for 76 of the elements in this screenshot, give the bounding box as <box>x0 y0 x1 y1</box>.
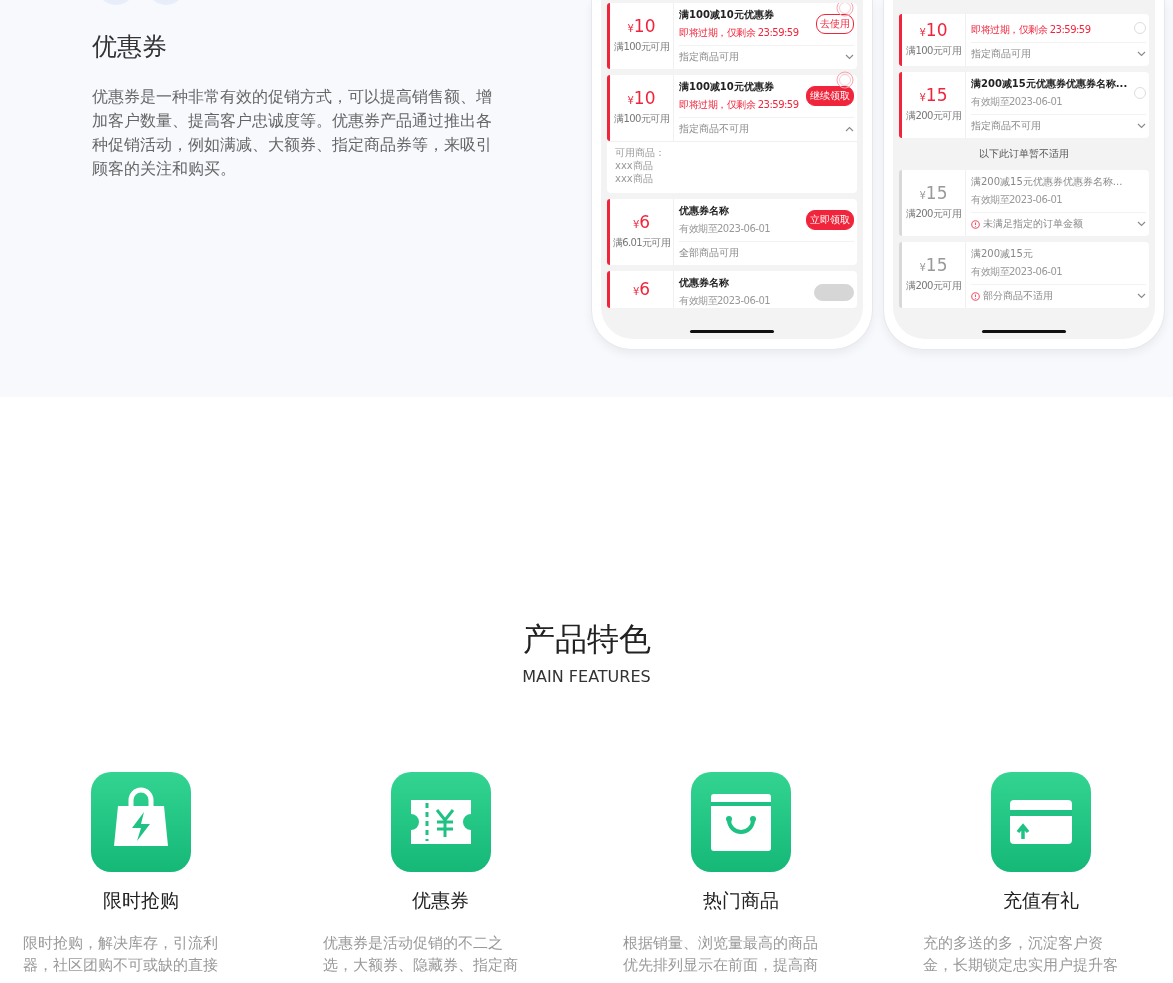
claim-button[interactable]: 立即领取 <box>806 210 854 230</box>
coupon-title: 满100减10元优惠券 <box>679 8 775 22</box>
feature-title: 热门商品 <box>702 888 779 913</box>
list-section-label: 以下此订单暂不适用 <box>978 147 1070 161</box>
coupon-title: 满200减15元优惠券优惠券名称... <box>971 77 1129 91</box>
card-icon <box>990 772 1091 872</box>
section-subtitle: MAIN FEATURES <box>522 667 651 686</box>
coupon-title: 满200减15元优惠券优惠券名称... <box>971 175 1124 189</box>
coupon-condition: 满200元可用 <box>906 207 961 221</box>
coupon-condition: 满200元可用 <box>906 109 961 123</box>
coupon-scope: 部分商品不适用 <box>983 289 1054 303</box>
coupon-amount: 15 <box>925 255 948 275</box>
coupon-validity: 有效期至2023-06-01 <box>679 222 772 236</box>
shopping-bag-icon <box>90 772 191 872</box>
basket-icon <box>690 772 791 872</box>
chevron-down-icon[interactable] <box>1137 51 1146 57</box>
detail-line: 可用商品： <box>615 146 666 159</box>
coupon-validity: 有效期至2023-06-01 <box>971 265 1064 279</box>
coupon-title: 满100减10元优惠券 <box>679 80 775 94</box>
currency-sign: ¥ <box>919 190 926 201</box>
currency-sign: ¥ <box>627 23 634 34</box>
detail-line: xxx商品 <box>615 159 654 172</box>
currency-sign: ¥ <box>919 92 926 103</box>
coupon-condition: 满100元可用 <box>906 44 961 58</box>
coupon-scope: 指定商品可用 <box>971 47 1032 61</box>
coupon-title: 优惠券名称 <box>679 204 730 218</box>
coupon-title: 优惠券名称 <box>679 276 730 290</box>
currency-sign: ¥ <box>919 27 926 38</box>
section-title: 优惠券 <box>92 31 168 63</box>
coupon-amount: 15 <box>925 85 948 105</box>
coupon-scope: 全部商品可用 <box>679 246 740 260</box>
coupon-condition: 满6.01元可用 <box>612 236 671 250</box>
detail-line: xxx商品 <box>615 172 654 185</box>
coupon-scope: 未满足指定的订单金额 <box>983 217 1084 231</box>
feature-title: 充值有礼 <box>1002 888 1079 913</box>
currency-sign: ¥ <box>919 262 926 273</box>
coupon-validity: 有效期至2023-06-01 <box>679 294 772 308</box>
coupon-condition: 满100元可用 <box>614 40 669 54</box>
chevron-down-icon[interactable] <box>1137 293 1146 299</box>
coupon-validity: 即将过期，仅剩余 23:59:59 <box>971 23 1092 37</box>
coupon-scope: 指定商品不可用 <box>679 122 750 136</box>
coupon-amount: 15 <box>925 183 948 203</box>
coupon-amount: 10 <box>633 16 656 36</box>
radio-button[interactable] <box>1134 22 1146 34</box>
coupon-amount: 10 <box>925 20 948 40</box>
currency-sign: ¥ <box>632 219 640 230</box>
feature-description: 限时抢购，解决库存，引流利器，社区团购不可或缺的直接 <box>22 933 219 976</box>
coupon-condition: 满200元可用 <box>906 279 961 293</box>
coupon-validity: 有效期至2023-06-01 <box>971 95 1064 109</box>
ticket-icon <box>390 772 491 872</box>
coupon-scope: 指定商品不可用 <box>971 119 1042 133</box>
feature-description: 优惠券是活动促销的不二之选，大额券、隐藏券、指定商 <box>322 933 519 976</box>
chevron-down-icon[interactable] <box>1137 123 1146 129</box>
coupon-validity: 即将过期，仅剩余 23:59:59 <box>679 26 800 40</box>
feature-title: 优惠券 <box>412 888 469 913</box>
coupon-title: 满200减15元 <box>971 247 1034 261</box>
chevron-down-icon[interactable] <box>845 54 854 60</box>
feature-title: 限时抢购 <box>102 888 179 913</box>
chevron-down-icon[interactable] <box>1137 221 1146 227</box>
section-title: 产品特色 <box>522 619 651 659</box>
coupon-validity: 有效期至2023-06-01 <box>971 193 1064 207</box>
claim-button[interactable]: 继续领取 <box>806 86 854 106</box>
feature-description: 根据销量、浏览量最高的商品优先排列显示在前面，提高商 <box>622 933 819 976</box>
chevron-up-icon[interactable] <box>845 126 854 132</box>
coupon-amount: 6 <box>639 279 651 299</box>
coupon-condition: 满100元可用 <box>614 112 669 126</box>
use-button[interactable]: 去使用 <box>816 14 854 34</box>
feature-description: 充的多送的多，沉淀客户资金，长期锁定忠实用户提升客 <box>922 933 1119 976</box>
section-description: 优惠券是一种非常有效的促销方式，可以提高销售额、增加客户数量、提高客户忠诚度等。优惠券产品通过推出各种促销活动，例如满减、大额券、指定商品券等，来吸引顾客的关注和购买。 <box>92 86 492 180</box>
currency-sign: ¥ <box>632 286 640 297</box>
coupon-scope: 指定商品可用 <box>679 50 740 64</box>
coupon-amount: 6 <box>639 212 651 232</box>
radio-button[interactable] <box>1134 87 1146 99</box>
coupon-validity: 即将过期，仅剩余 23:59:59 <box>679 98 800 112</box>
coupon-amount: 10 <box>633 88 656 108</box>
currency-sign: ¥ <box>627 95 634 106</box>
